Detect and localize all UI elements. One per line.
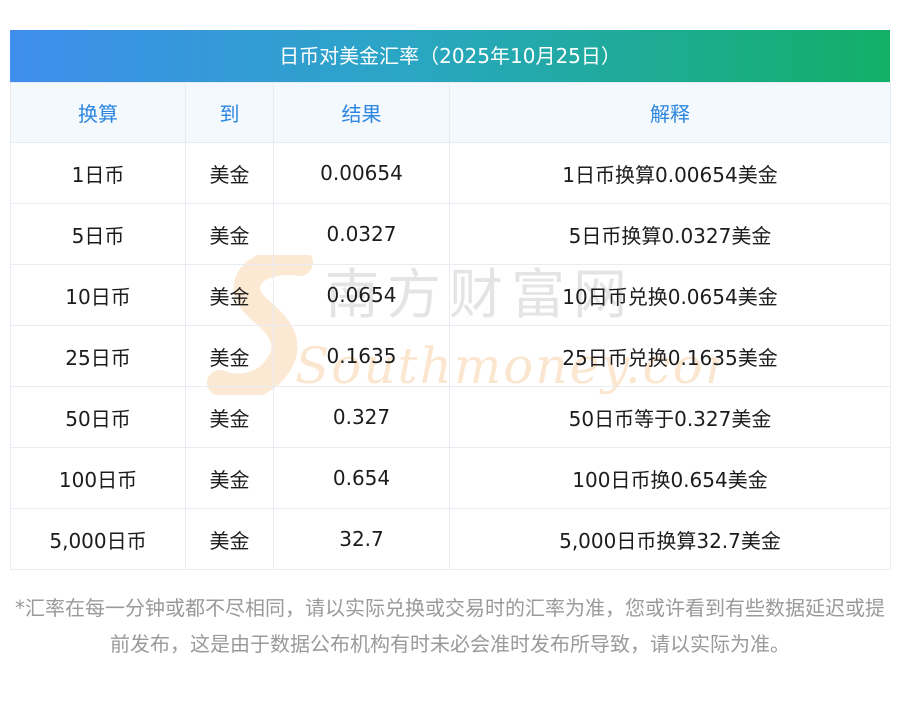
cell-currency: 美金 — [185, 447, 274, 509]
table-row: 5,000日币 美金 32.7 5,000日币换算32.7美金 — [10, 508, 891, 570]
cell-result: 0.00654 — [273, 142, 450, 204]
table-header-row: 换算 到 结果 解释 — [10, 82, 891, 143]
header-result: 结果 — [273, 82, 450, 143]
cell-amount: 10日币 — [10, 264, 186, 326]
cell-result: 0.0654 — [273, 264, 450, 326]
cell-explanation: 5日币换算0.0327美金 — [449, 203, 891, 265]
table-row: 5日币 美金 0.0327 5日币换算0.0327美金 — [10, 203, 891, 265]
cell-explanation: 5,000日币换算32.7美金 — [449, 508, 891, 570]
table-row: 10日币 美金 0.0654 10日币兑换0.0654美金 — [10, 264, 891, 326]
header-convert: 换算 — [10, 82, 186, 143]
cell-explanation: 50日币等于0.327美金 — [449, 386, 891, 448]
disclaimer-footnote: *汇率在每一分钟或都不尽相同，请以实际兑换或交易时的汇率为准，您或许看到有些数据… — [15, 596, 885, 656]
cell-amount: 50日币 — [10, 386, 186, 448]
cell-explanation: 1日币换算0.00654美金 — [449, 142, 891, 204]
cell-result: 0.0327 — [273, 203, 450, 265]
cell-result: 32.7 — [273, 508, 450, 570]
cell-amount: 5,000日币 — [10, 508, 186, 570]
cell-result: 0.654 — [273, 447, 450, 509]
header-explanation: 解释 — [449, 82, 891, 143]
cell-amount: 5日币 — [10, 203, 186, 265]
cell-amount: 1日币 — [10, 142, 186, 204]
rate-panel: 日币对美金汇率（2025年10月25日） 换算 到 结果 解释 1日币 美金 0… — [10, 30, 891, 570]
cell-amount: 100日币 — [10, 447, 186, 509]
cell-result: 0.1635 — [273, 325, 450, 387]
cell-currency: 美金 — [185, 508, 274, 570]
cell-explanation: 10日币兑换0.0654美金 — [449, 264, 891, 326]
cell-explanation: 25日币兑换0.1635美金 — [449, 325, 891, 387]
cell-currency: 美金 — [185, 325, 274, 387]
header-to: 到 — [185, 82, 274, 143]
page-title: 日币对美金汇率（2025年10月25日） — [10, 30, 890, 82]
table-row: 25日币 美金 0.1635 25日币兑换0.1635美金 — [10, 325, 891, 387]
cell-amount: 25日币 — [10, 325, 186, 387]
rates-table: 换算 到 结果 解释 1日币 美金 0.00654 1日币换算0.00654美金… — [10, 82, 891, 570]
table-row: 50日币 美金 0.327 50日币等于0.327美金 — [10, 386, 891, 448]
cell-currency: 美金 — [185, 203, 274, 265]
cell-explanation: 100日币换0.654美金 — [449, 447, 891, 509]
cell-result: 0.327 — [273, 386, 450, 448]
table-row: 100日币 美金 0.654 100日币换0.654美金 — [10, 447, 891, 509]
cell-currency: 美金 — [185, 264, 274, 326]
cell-currency: 美金 — [185, 386, 274, 448]
table-row: 1日币 美金 0.00654 1日币换算0.00654美金 — [10, 142, 891, 204]
cell-currency: 美金 — [185, 142, 274, 204]
